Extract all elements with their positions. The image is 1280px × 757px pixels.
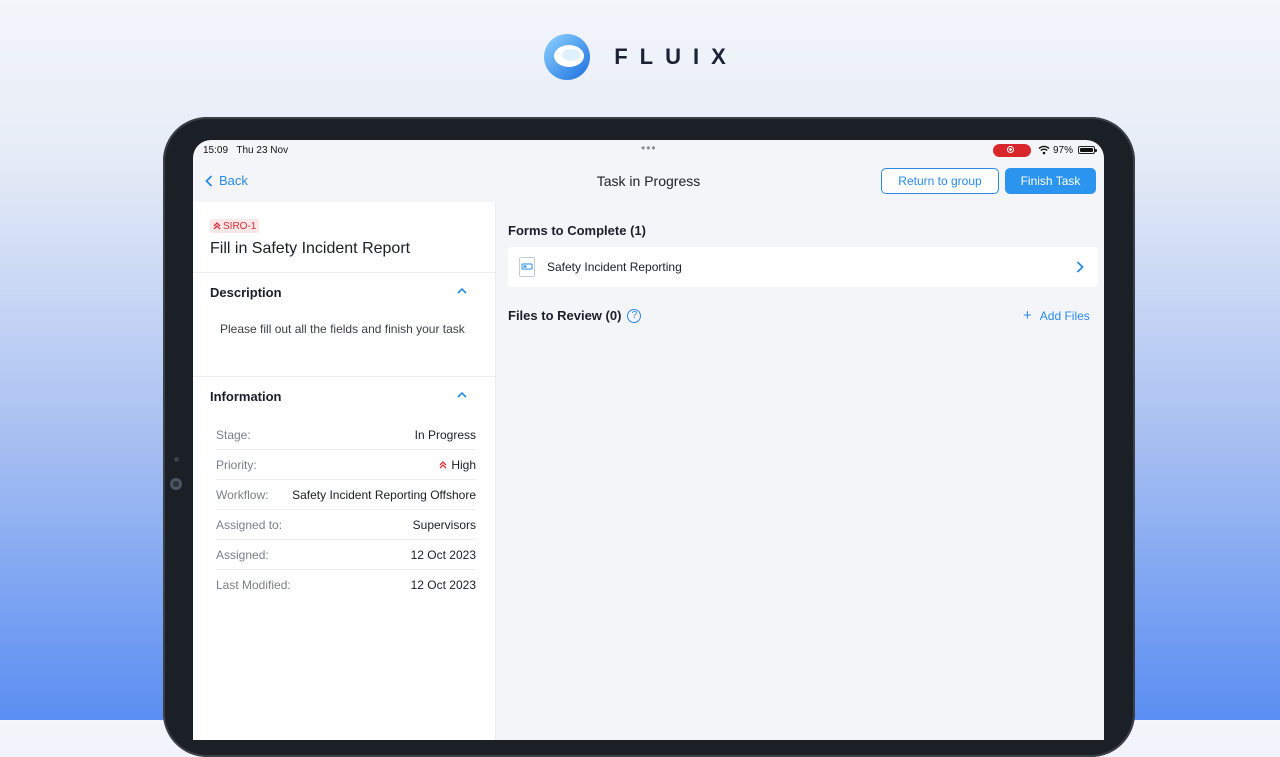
multitasking-dots-icon[interactable]: ••• (641, 141, 657, 155)
info-key: Assigned to: (216, 517, 283, 532)
device-sensor (174, 457, 179, 462)
priority-high-icon (439, 460, 447, 468)
task-details-panel: SIRO-1 Fill in Safety Incident Report De… (193, 202, 496, 740)
form-list-item[interactable]: Safety Incident Reporting (508, 247, 1098, 287)
add-files-button[interactable]: + Add Files (1023, 307, 1090, 324)
form-name: Safety Incident Reporting (547, 260, 682, 274)
task-id: SIRO-1 (223, 220, 257, 232)
chevron-up-icon[interactable] (457, 287, 467, 295)
status-bar: 15:09 Thu 23 Nov ••• 97% (193, 140, 1104, 162)
navigation-bar: Back Task in Progress Return to group Fi… (193, 162, 1104, 202)
battery-icon (1078, 146, 1097, 154)
wifi-icon (1038, 145, 1050, 155)
help-icon[interactable]: ? (627, 308, 642, 323)
return-to-group-button[interactable]: Return to group (881, 168, 999, 194)
info-row-stage: Stage: In Progress (216, 420, 476, 450)
information-list: Stage: In Progress Priority: High Workfl… (216, 420, 476, 599)
description-header: Description (210, 285, 282, 300)
description-section-header[interactable]: Description (193, 272, 496, 313)
task-description: Please fill out all the fields and finis… (220, 322, 465, 336)
task-id-badge: SIRO-1 (210, 219, 260, 233)
files-title: Files to Review (0) (508, 308, 622, 323)
device-camera (170, 478, 182, 490)
info-row-last-modified: Last Modified: 12 Oct 2023 (216, 570, 476, 599)
info-row-assigned: Assigned: 12 Oct 2023 (216, 540, 476, 570)
chevron-up-icon[interactable] (457, 391, 467, 399)
info-key: Priority: (216, 457, 257, 472)
info-key: Stage: (216, 427, 251, 442)
fluix-logo-icon (544, 34, 591, 80)
brand-name: FLUIX (614, 44, 738, 69)
battery-percent: 97% (1053, 145, 1074, 156)
screen-recording-icon[interactable] (993, 144, 1031, 157)
information-section-header[interactable]: Information (193, 376, 496, 417)
brand-header: FLUIX (0, 32, 1280, 82)
info-key: Workflow: (216, 487, 269, 502)
info-key: Last Modified: (216, 577, 291, 592)
info-value-priority: High (439, 458, 476, 472)
task-content-panel: Forms to Complete (1) Safety Incident Re… (496, 202, 1104, 740)
info-value: High (451, 457, 476, 472)
files-section-title: Files to Review (0) ? (508, 308, 642, 323)
info-row-priority: Priority: High (216, 450, 476, 480)
priority-high-icon (213, 222, 221, 230)
chevron-right-icon (1076, 261, 1084, 273)
form-document-icon (519, 257, 535, 277)
info-row-workflow: Workflow: Safety Incident Reporting Offs… (216, 480, 476, 510)
info-value: In Progress (414, 427, 476, 442)
info-value: Safety Incident Reporting Offshore (292, 487, 476, 502)
finish-task-button[interactable]: Finish Task (1005, 168, 1096, 194)
plus-icon: + (1023, 307, 1032, 324)
add-files-label: Add Files (1039, 309, 1090, 323)
tablet-screen: 15:09 Thu 23 Nov ••• 97% Back Task in Pr… (193, 140, 1104, 740)
forms-section-title: Forms to Complete (1) (508, 223, 646, 238)
task-title: Fill in Safety Incident Report (210, 240, 411, 257)
info-value: 12 Oct 2023 (410, 577, 476, 592)
information-header: Information (210, 389, 282, 404)
info-key: Assigned: (216, 547, 269, 562)
status-time: 15:09 Thu 23 Nov (203, 145, 289, 156)
info-value: Supervisors (412, 517, 476, 532)
info-value: 12 Oct 2023 (410, 547, 476, 562)
info-row-assigned-to: Assigned to: Supervisors (216, 510, 476, 540)
